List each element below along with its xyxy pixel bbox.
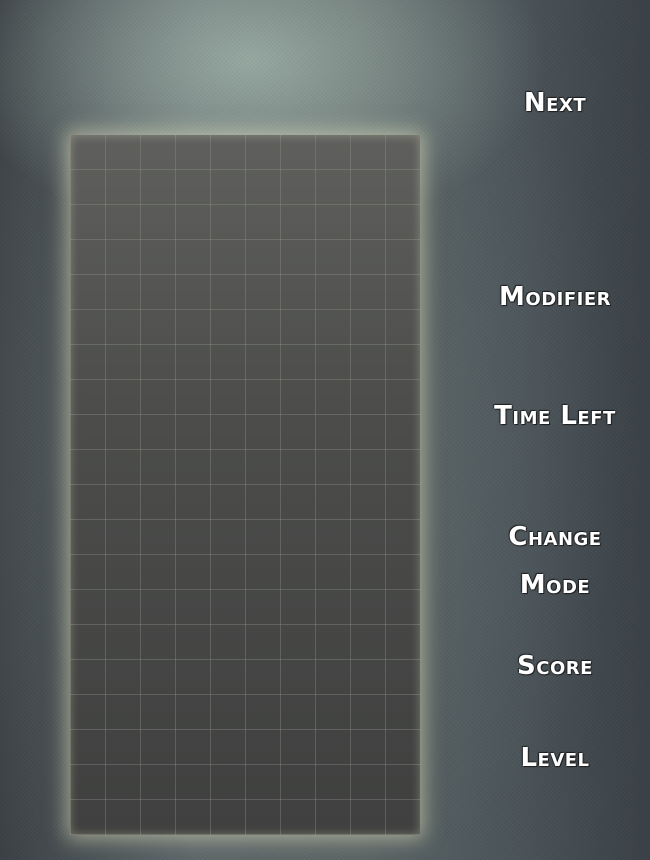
modifier-label: Modifier <box>499 282 611 312</box>
game-board[interactable] <box>70 135 420 835</box>
time-left-label: Time Left <box>494 401 616 431</box>
score-label: Score <box>517 651 593 681</box>
change-mode-line1: Change <box>508 522 602 552</box>
change-mode-button[interactable]: Change Mode <box>480 513 630 609</box>
next-label: Next <box>523 88 587 118</box>
level-label: Level <box>520 743 590 773</box>
board-glow <box>70 135 420 835</box>
change-mode-line2: Mode <box>519 570 591 600</box>
